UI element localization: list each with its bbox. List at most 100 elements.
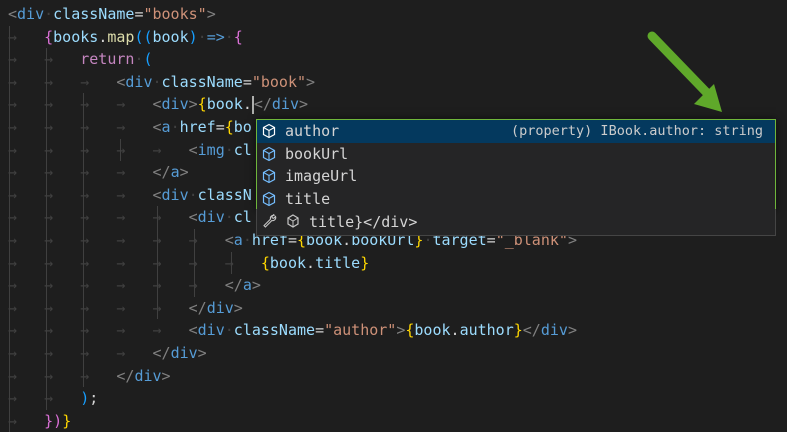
code-token: ·	[224, 140, 234, 159]
code-line: → {books.map((book)·=>·{	[8, 26, 243, 49]
suggest-item-label: bookUrl	[285, 144, 349, 163]
code-token: ((	[134, 27, 153, 46]
code-token: ·	[197, 27, 207, 46]
code-token: title	[315, 253, 361, 272]
suggest-item-label: title	[285, 189, 331, 208]
code-token: ·	[188, 185, 198, 204]
code-line: → → );	[8, 387, 98, 410]
code-token: → → → → → →	[8, 231, 225, 249]
suggest-widget[interactable]: author (property) IBook.author: string boo…	[256, 119, 776, 211]
code-line: → → → → <div·classN	[8, 184, 252, 207]
code-line: → → → → </div>	[8, 342, 207, 365]
code-token: <	[188, 208, 198, 227]
code-token: div	[197, 321, 225, 340]
code-token: >	[306, 72, 316, 91]
code-token: .	[306, 253, 316, 272]
code-token: .	[98, 27, 108, 46]
code-token: <	[152, 185, 162, 204]
code-token: {	[197, 95, 207, 114]
code-token: {	[224, 118, 234, 136]
code-token: className	[53, 5, 135, 23]
property-icon	[262, 123, 276, 139]
code-token: div	[540, 321, 568, 340]
code-token: ·	[224, 27, 234, 46]
code-token: </	[116, 366, 135, 385]
suggest-item-author[interactable]: author (property) IBook.author: string	[257, 120, 775, 143]
code-token: div	[125, 72, 153, 91]
code-line: → → → </div>	[8, 365, 171, 388]
code-token: =	[215, 118, 225, 136]
code-token: =>	[206, 27, 225, 46]
code-token: →	[8, 27, 45, 46]
suggest-item-imageUrl[interactable]: imageUrl	[257, 165, 775, 188]
code-token: .	[242, 95, 252, 114]
code-token: }	[62, 411, 72, 430]
code-token: → →	[8, 50, 81, 69]
suggest-item-bookUrl[interactable]: bookUrl	[257, 143, 775, 166]
code-token: books	[53, 27, 99, 46]
code-token: </	[188, 298, 207, 317]
code-token: {	[233, 27, 243, 46]
code-token: "book"	[251, 72, 307, 91]
code-token: ·	[224, 208, 234, 227]
code-token: ·	[152, 72, 162, 91]
code-token: ·	[170, 118, 180, 136]
code-token: </	[152, 344, 171, 362]
code-token: <	[224, 231, 234, 249]
code-token: )	[188, 27, 198, 46]
code-line: → })}	[8, 410, 71, 432]
code-token: </	[224, 276, 243, 295]
code-token: classN	[197, 185, 252, 204]
hint-text: title}</div>	[309, 213, 418, 231]
code-line: → → → → <div>{book. </div>	[8, 93, 308, 116]
code-token: div	[206, 298, 234, 317]
wrench-icon	[263, 213, 277, 228]
code-line: → → → → → → → {book.title}	[8, 252, 369, 275]
suggest-item-label: imageUrl	[285, 167, 358, 185]
suggest-hint-row: title}</div>	[256, 209, 776, 236]
code-line: → → → → → <img·cl	[8, 139, 252, 162]
code-token: >	[197, 344, 207, 362]
code-token: </	[522, 321, 541, 340]
code-token: div	[17, 5, 45, 23]
suggest-item-title[interactable]: title	[257, 188, 775, 211]
code-token: author	[459, 321, 514, 340]
code-token: a	[161, 118, 171, 136]
code-token: a	[233, 231, 243, 249]
code-token: ·	[242, 231, 252, 249]
code-token: → → →	[8, 72, 117, 91]
code-token: </	[152, 163, 171, 182]
code-token: map	[107, 27, 135, 46]
code-token: >	[188, 95, 198, 114]
code-token: div	[161, 185, 189, 204]
code-token: ·	[44, 5, 54, 23]
code-line: → → → → → </div>	[8, 297, 243, 320]
code-token: div	[271, 95, 299, 114]
code-token: </	[253, 95, 272, 114]
code-token: }	[513, 321, 523, 340]
code-token: book	[206, 95, 243, 114]
code-token: >	[567, 321, 577, 340]
code-token: → →	[8, 389, 81, 408]
code-token: cl	[233, 140, 252, 159]
code-token: >	[251, 276, 261, 295]
code-token: → → → →	[8, 118, 153, 136]
code-token: {	[260, 253, 270, 272]
code-line: → → → → → → </a>	[8, 274, 261, 297]
code-token: div	[197, 208, 225, 227]
property-icon	[262, 146, 276, 161]
code-token: book	[152, 27, 189, 46]
code-token: >	[206, 5, 216, 23]
code-line: → → → → </a>	[8, 161, 189, 184]
module-icon	[287, 214, 299, 228]
code-token: <	[152, 95, 162, 114]
code-token: div	[134, 366, 162, 385]
code-token: "author"	[324, 321, 397, 340]
code-token: )	[80, 389, 90, 408]
property-icon	[262, 191, 276, 206]
code-token: {	[44, 27, 54, 46]
code-line: → → return·(	[8, 48, 153, 71]
code-token: >	[161, 366, 171, 385]
code-token: → → → → →	[8, 321, 189, 340]
code-token: → → → → →	[8, 208, 189, 227]
